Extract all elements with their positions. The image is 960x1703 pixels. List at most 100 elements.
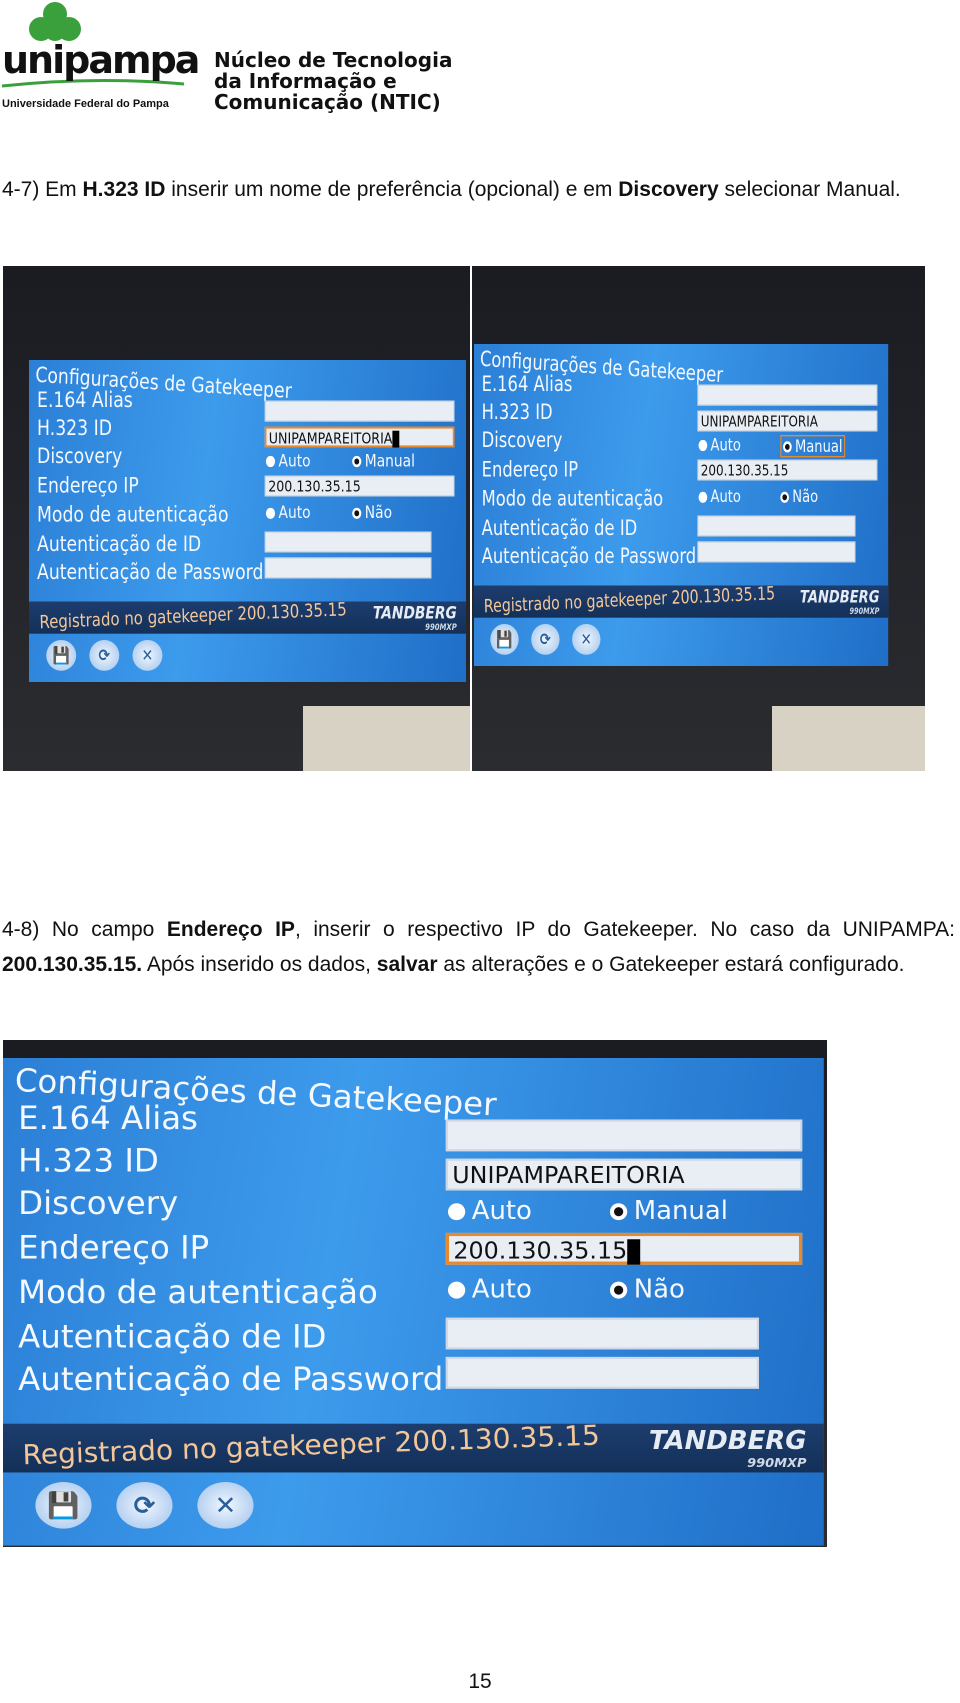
- close-button[interactable]: ✕: [572, 624, 601, 655]
- radio-label: Auto: [710, 486, 741, 507]
- h323-id-input[interactable]: UNIPAMPAREITORIA: [445, 1158, 803, 1191]
- ip-address-input[interactable]: 200.130.35.15: [445, 1232, 803, 1265]
- ntic-heading: Núcleo de Tecnologia da Informação e Com…: [214, 50, 452, 113]
- bold-term: Discovery: [618, 178, 719, 201]
- brand-model: 990MXP: [425, 622, 457, 633]
- radio-icon: [265, 507, 276, 519]
- registration-status: Registrado no gatekeeper 200.130.35.15: [22, 1420, 601, 1472]
- refresh-button[interactable]: ⟳: [89, 640, 120, 671]
- save-button[interactable]: 💾: [35, 1482, 92, 1529]
- bold-term: Endereço IP: [166, 918, 295, 941]
- field-label: Autenticação de ID: [37, 532, 202, 557]
- radio-icon: [352, 455, 362, 468]
- tandberg-logo: TANDBERG 990MXP: [799, 586, 880, 617]
- discovery-radio-auto[interactable]: Auto: [447, 1195, 532, 1226]
- save-button[interactable]: 💾: [46, 640, 77, 671]
- auth-mode-radio-nao[interactable]: Não: [352, 502, 393, 523]
- brand-model: 990MXP: [849, 606, 880, 617]
- brand-model: 990MXP: [747, 1455, 807, 1471]
- radio-label: Manual: [364, 451, 415, 471]
- auth-id-input[interactable]: [264, 531, 432, 553]
- field-label: H.323 ID: [18, 1142, 159, 1180]
- tandberg-logo: TANDBERG 990MXP: [372, 602, 457, 633]
- close-button[interactable]: ✕: [197, 1482, 254, 1529]
- field-label: E.164 Alias: [37, 388, 133, 413]
- field-label: E.164 Alias: [481, 372, 573, 397]
- radio-label: Auto: [471, 1195, 532, 1226]
- e164-alias-input[interactable]: [697, 384, 878, 406]
- auth-password-input[interactable]: [445, 1356, 759, 1389]
- discovery-radio-manual[interactable]: Manual: [352, 451, 415, 471]
- refresh-button[interactable]: ⟳: [116, 1482, 173, 1529]
- auth-id-input[interactable]: [445, 1317, 759, 1350]
- bold-term: H.323 ID: [82, 178, 166, 201]
- save-icon: 💾: [47, 1490, 80, 1521]
- e164-alias-input[interactable]: [445, 1119, 803, 1152]
- field-label: H.323 ID: [37, 416, 112, 441]
- auth-mode-radio-auto[interactable]: Auto: [698, 486, 741, 507]
- discovery-radio-manual[interactable]: Manual: [780, 435, 846, 458]
- registration-status: Registrado no gatekeeper 200.130.35.15: [39, 599, 348, 634]
- auth-mode-radio-auto[interactable]: Auto: [265, 502, 311, 523]
- text-run: as alterações e o Gatekeeper estará conf…: [437, 953, 905, 976]
- field-label: Modo de autenticação: [37, 502, 229, 528]
- tandberg-logo: TANDBERG 990MXP: [648, 1425, 807, 1471]
- e164-alias-input[interactable]: [264, 400, 455, 422]
- gatekeeper-settings-screen: Configurações de Gatekeeper E.164 Alias H.…: [474, 344, 889, 666]
- status-bar: Registrado no gatekeeper 200.130.35.15 TA…: [29, 599, 466, 634]
- field-label: Discovery: [37, 444, 123, 469]
- discovery-radio-auto[interactable]: Auto: [265, 451, 311, 471]
- ip-value: 200.130.35.15: [453, 1238, 628, 1265]
- ntic-line: Núcleo de Tecnologia: [214, 48, 453, 72]
- photo-discovery-step: Configurações de Gatekeeper E.164 Alias H.…: [472, 266, 925, 771]
- field-label: Autenticação de Password: [18, 1361, 444, 1399]
- ip-address-input[interactable]: 200.130.35.15: [697, 459, 878, 481]
- field-label: Autenticação de Password: [481, 544, 697, 569]
- auth-id-input[interactable]: [697, 515, 856, 537]
- auth-password-input[interactable]: [697, 541, 856, 563]
- auth-mode-radio-nao[interactable]: Não: [780, 486, 819, 507]
- radio-icon: [609, 1203, 628, 1221]
- field-label: E.164 Alias: [18, 1100, 198, 1138]
- bold-term: 200.130.35.15.: [2, 953, 143, 976]
- radio-label: Não: [364, 502, 393, 523]
- field-label: Autenticação de ID: [18, 1318, 327, 1356]
- save-icon: 💾: [52, 645, 70, 666]
- radio-icon: [352, 507, 362, 519]
- radio-label: Não: [792, 486, 819, 507]
- radio-label: Auto: [278, 502, 311, 523]
- close-icon: ✕: [141, 645, 154, 666]
- discovery-radio-auto[interactable]: Auto: [698, 435, 741, 455]
- h323-id-input[interactable]: UNIPAMPAREITORIA: [697, 410, 878, 432]
- h323-id-value: UNIPAMPAREITORIA: [268, 430, 393, 448]
- gatekeeper-settings-screen: Configurações de Gatekeeper E.164 Alias H.…: [3, 1058, 824, 1546]
- radio-label: Manual: [633, 1195, 728, 1226]
- step-4-7-text: 4-7) Em H.323 ID inserir um nome de pref…: [2, 172, 955, 207]
- refresh-button[interactable]: ⟳: [531, 624, 560, 655]
- h323-id-input[interactable]: UNIPAMPAREITORIA: [264, 426, 455, 448]
- refresh-icon: ⟳: [98, 645, 111, 666]
- save-button[interactable]: 💾: [490, 624, 519, 655]
- field-label: Endereço IP: [18, 1229, 210, 1267]
- gatekeeper-settings-screen: Configurações de Gatekeeper E.164 Alias H.…: [29, 360, 466, 682]
- discovery-radio-manual[interactable]: Manual: [609, 1195, 728, 1226]
- field-label: Autenticação de ID: [481, 516, 638, 541]
- text-cursor: [627, 1239, 641, 1265]
- text-cursor: [392, 430, 400, 448]
- close-button[interactable]: ✕: [132, 640, 163, 671]
- auth-mode-radio-nao[interactable]: Não: [609, 1274, 685, 1304]
- status-bar: Registrado no gatekeeper 200.130.35.15 TA…: [3, 1420, 824, 1473]
- text-run: , inserir o respectivo IP do Gatekeeper.…: [294, 918, 955, 941]
- page-number: 15: [468, 1670, 492, 1693]
- unipampa-logo: unipampa Universidade Federal do Pampa: [0, 0, 200, 115]
- ip-address-input[interactable]: 200.130.35.15: [264, 475, 455, 497]
- auth-password-input[interactable]: [264, 557, 432, 579]
- logo-subtitle: Universidade Federal do Pampa: [2, 98, 169, 110]
- radio-icon: [447, 1203, 466, 1221]
- step-4-8-text: 4-8) No campo Endereço IP, inserir o res…: [2, 912, 955, 982]
- auth-mode-radio-auto[interactable]: Auto: [447, 1274, 532, 1304]
- ip-value: 200.130.35.15: [700, 462, 789, 480]
- refresh-icon: ⟳: [133, 1490, 156, 1521]
- radio-icon: [698, 491, 708, 503]
- text-run: inserir um nome de preferência (opcional…: [165, 178, 619, 201]
